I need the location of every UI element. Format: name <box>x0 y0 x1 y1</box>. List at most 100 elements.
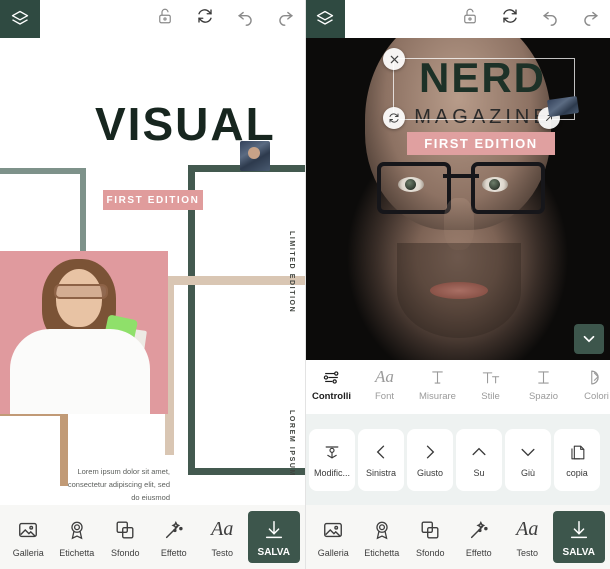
redo-icon[interactable] <box>578 4 602 28</box>
refresh-icon[interactable] <box>193 4 217 28</box>
bottom-tab-effetto[interactable]: Effetto <box>151 517 197 558</box>
align-tool-copia[interactable]: copia <box>554 428 600 491</box>
vertical-label-limited-edition[interactable]: LIMITED EDITION <box>288 231 295 313</box>
save-button-label: SALVA <box>562 546 595 558</box>
measure-icon <box>428 366 447 388</box>
decor-frame-brown-left <box>0 408 68 486</box>
font-aa-icon: Aa <box>375 367 394 386</box>
align-tool-su[interactable]: Su <box>456 428 502 491</box>
text-tool-stile[interactable]: Stile <box>464 366 517 402</box>
blouse-shape <box>10 329 150 414</box>
align-tool-modifica[interactable]: Modific... <box>309 428 355 491</box>
align-tool-label: Sinistra <box>365 468 396 478</box>
layers-button[interactable] <box>305 0 345 38</box>
top-toolbar-right <box>305 0 610 38</box>
bottom-tab-sfondo[interactable]: Sfondo <box>407 517 453 558</box>
bottom-tab-label: Effetto <box>465 547 492 558</box>
bottom-tab-label: Testo <box>516 547 538 558</box>
design-canvas-right[interactable]: NERD MAGAZINE FIRST EDITION <box>305 38 610 360</box>
redo-icon[interactable] <box>273 4 297 28</box>
copy-icon <box>568 441 587 463</box>
chevron-down-icon <box>518 441 538 463</box>
bottom-tab-label: Sfondo <box>110 547 140 558</box>
gallery-icon <box>17 517 39 543</box>
magic-wand-icon <box>163 517 185 543</box>
bottom-tab-label: Etichetta <box>364 547 400 558</box>
text-aa-icon: Aa <box>211 518 234 540</box>
text-tool-label: Misurare <box>419 391 456 402</box>
canvas-body-text[interactable]: Lorem ipsum dolor sit amet, consectetur … <box>60 465 170 504</box>
bottom-tab-testo[interactable]: Aa Testo <box>199 517 245 558</box>
bottom-tab-label: Testo <box>211 547 233 558</box>
align-tool-label: Modific... <box>313 468 350 478</box>
chevron-down-button[interactable] <box>574 324 604 354</box>
mouth-shape <box>430 282 488 299</box>
text-tool-label: Spazio <box>528 391 559 402</box>
first-edition-badge[interactable]: FIRST EDITION <box>103 190 203 210</box>
panel-divider <box>305 0 306 569</box>
align-tool-label: copia <box>566 468 588 478</box>
bottom-tab-galleria[interactable]: Galleria <box>5 517 51 558</box>
vertical-label-lorem-ipsum[interactable]: LOREM IPSUM <box>288 410 295 477</box>
layers-square-icon <box>419 517 441 543</box>
download-icon <box>263 517 285 543</box>
bottom-tab-etichetta[interactable]: Etichetta <box>359 517 405 558</box>
magic-wand-icon <box>468 517 490 543</box>
nose-shape <box>444 198 474 250</box>
text-tool-label: Controlli <box>311 391 352 402</box>
text-tool-controlli[interactable]: Controlli <box>305 366 358 402</box>
bottom-tab-sfondo[interactable]: Sfondo <box>102 517 148 558</box>
right-panel: NERD MAGAZINE FIRST EDITION Controlli Aa… <box>305 0 610 569</box>
text-tool-font[interactable]: Aa Font <box>358 366 411 402</box>
bottom-tab-testo[interactable]: Aa Testo <box>504 517 550 558</box>
align-tool-giu[interactable]: Giù <box>505 428 551 491</box>
rotate-handle-icon[interactable] <box>383 107 405 129</box>
align-tool-giusto[interactable]: Giusto <box>407 428 453 491</box>
bottom-tab-label: Galleria <box>317 547 349 558</box>
photo-woman[interactable] <box>0 251 168 414</box>
bottom-tab-etichetta[interactable]: Etichetta <box>54 517 100 558</box>
top-icon-group-right <box>458 4 602 28</box>
app-screen: VISUAL FIRST EDITION Lorem ipsum dolor s… <box>0 0 610 569</box>
text-tool-spazio[interactable]: Spazio <box>517 366 570 402</box>
undo-icon[interactable] <box>538 4 562 28</box>
photo-thumbnail[interactable] <box>240 141 270 171</box>
lens-right <box>471 162 545 214</box>
text-aa-icon: Aa <box>516 518 539 540</box>
left-panel: VISUAL FIRST EDITION Lorem ipsum dolor s… <box>0 0 305 569</box>
bottom-bar-right: Galleria Etichetta Sfondo Effetto Aa Tes… <box>305 505 610 569</box>
gallery-icon <box>322 517 344 543</box>
save-button[interactable]: SALVA <box>247 511 300 563</box>
text-tool-label: Font <box>374 391 394 402</box>
layers-button[interactable] <box>0 0 40 38</box>
text-tool-colori[interactable]: Colori <box>570 366 610 402</box>
align-tool-label: Su <box>473 468 485 478</box>
text-tool-misurare[interactable]: Misurare <box>411 366 464 402</box>
bottom-tab-galleria[interactable]: Galleria <box>310 517 356 558</box>
first-edition-badge[interactable]: FIRST EDITION <box>407 132 555 155</box>
badge-ribbon-icon <box>371 517 393 543</box>
unlock-icon[interactable] <box>153 4 177 28</box>
design-canvas-left[interactable]: VISUAL FIRST EDITION Lorem ipsum dolor s… <box>0 38 305 505</box>
save-button[interactable]: SALVA <box>552 511 605 563</box>
unlock-icon[interactable] <box>458 4 482 28</box>
spacing-icon <box>534 366 553 388</box>
top-toolbar-left <box>0 0 305 38</box>
layers-square-icon <box>114 517 136 543</box>
undo-icon[interactable] <box>233 4 257 28</box>
download-icon <box>568 517 590 543</box>
sliders-icon <box>322 366 341 388</box>
chevron-left-icon <box>371 441 391 463</box>
text-tool-label: Colori <box>584 391 609 402</box>
align-toolbar: Modific... Sinistra Giusto Su Giù copia <box>305 414 610 505</box>
align-tool-label: Giusto <box>416 468 443 478</box>
top-icon-group-left <box>153 4 297 28</box>
align-tool-sinistra[interactable]: Sinistra <box>358 428 404 491</box>
refresh-icon[interactable] <box>498 4 522 28</box>
bottom-bar-left: Galleria Etichetta Sfondo Effetto Aa Tes… <box>0 505 305 569</box>
bottom-tab-effetto[interactable]: Effetto <box>456 517 502 558</box>
decor-frame-tan-middle <box>165 276 305 455</box>
edit-anchor-icon <box>322 441 342 463</box>
close-handle-icon[interactable] <box>383 48 405 70</box>
text-tool-label: Stile <box>481 391 500 402</box>
